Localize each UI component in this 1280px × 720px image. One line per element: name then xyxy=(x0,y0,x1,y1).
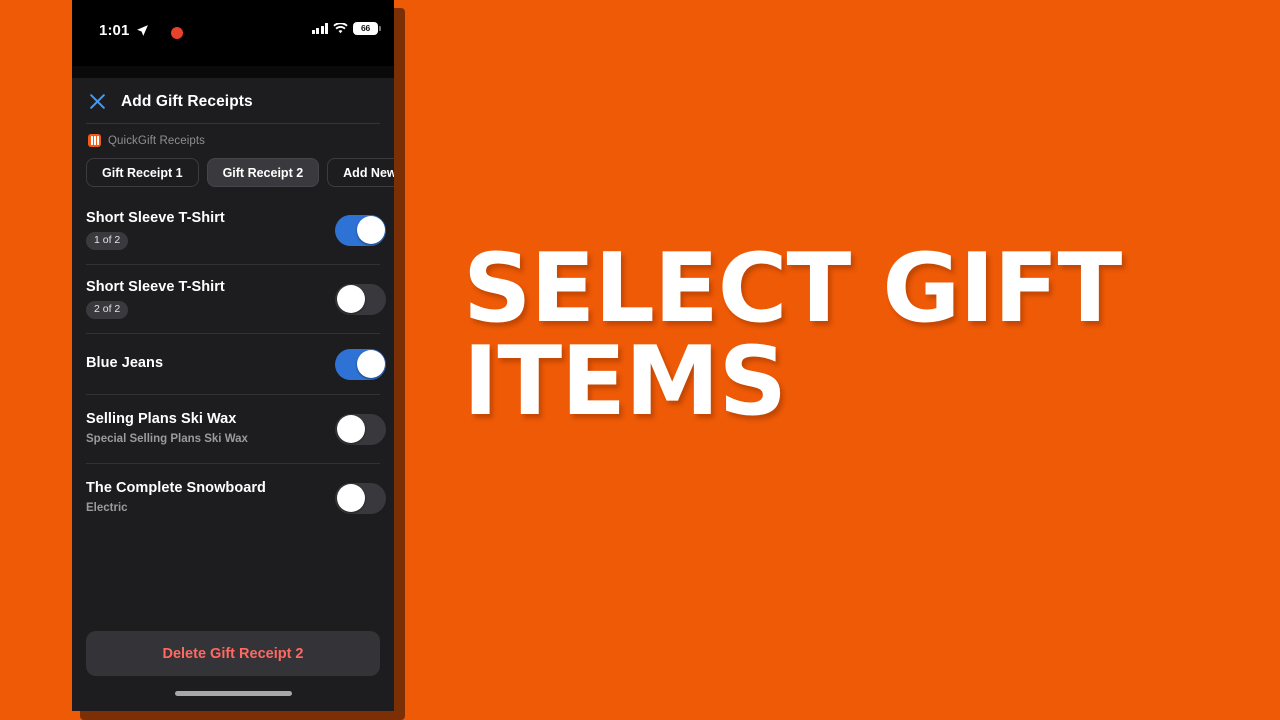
list-item-toggle[interactable] xyxy=(335,283,386,315)
list-item-title: Blue Jeans xyxy=(86,355,164,372)
section-label: QuickGift Receipts xyxy=(108,134,206,147)
list-item[interactable]: Short Sleeve T-Shirt 2 of 2 xyxy=(72,265,394,333)
headline-line-1: SELECT GIFT xyxy=(463,234,1122,344)
toggle-knob xyxy=(336,484,365,512)
status-bar-indicators: 66 xyxy=(311,22,381,35)
list-item-texts: Short Sleeve T-Shirt 2 of 2 xyxy=(86,279,335,319)
list-item[interactable]: Short Sleeve T-Shirt 1 of 2 xyxy=(72,196,394,264)
close-x-icon[interactable] xyxy=(88,92,107,111)
list-item-toggle[interactable] xyxy=(335,348,386,380)
list-item-count-badge: 1 of 2 xyxy=(86,232,129,250)
wifi-icon xyxy=(333,23,348,34)
receipt-tabs: Gift Receipt 1 Gift Receipt 2 Add New Re xyxy=(72,153,394,187)
screen-root: 1:01 66 Add Gift Receipts QuickGift Rece… xyxy=(0,0,1280,720)
list-item-texts: Selling Plans Ski Wax Special Selling Pl… xyxy=(86,411,335,446)
dynamic-island xyxy=(157,16,309,50)
page-title: Add Gift Receipts xyxy=(121,92,253,110)
list-item-toggle[interactable] xyxy=(335,214,386,246)
gift-items-list: Short Sleeve T-Shirt 1 of 2 Short Sleeve… xyxy=(72,196,394,631)
add-new-receipt-tab[interactable]: Add New Re xyxy=(327,158,394,187)
delete-gift-receipt-button[interactable]: Delete Gift Receipt 2 xyxy=(86,631,380,676)
quickgift-app-icon xyxy=(88,134,101,147)
list-item-toggle[interactable] xyxy=(335,482,386,514)
list-item-count-badge: 2 of 2 xyxy=(86,301,129,319)
toggle-knob xyxy=(336,415,365,443)
status-bar-time: 1:01 xyxy=(99,22,130,39)
location-arrow-icon xyxy=(137,25,148,36)
phone-frame: 1:01 66 Add Gift Receipts QuickGift Rece… xyxy=(72,0,394,711)
app-content: Add Gift Receipts QuickGift Receipts Gif… xyxy=(72,78,394,711)
battery-indicator: 66 xyxy=(353,22,381,35)
cellular-bars-icon xyxy=(311,23,328,34)
battery-level-text: 66 xyxy=(360,23,371,34)
toggle-knob xyxy=(356,216,385,244)
headline: SELECT GIFT ITEMS xyxy=(463,234,1223,438)
recording-dot-icon xyxy=(171,27,183,39)
toggle-knob xyxy=(356,350,385,378)
list-item-subtitle: Electric xyxy=(86,501,128,514)
footer: Delete Gift Receipt 2 xyxy=(72,631,394,676)
receipt-tab-1[interactable]: Gift Receipt 1 xyxy=(86,158,199,187)
navigation-bar: Add Gift Receipts xyxy=(72,78,394,123)
headline-line-2: ITEMS xyxy=(463,327,787,438)
list-item-title: Selling Plans Ski Wax xyxy=(86,411,237,428)
toggle-knob xyxy=(336,285,365,313)
list-item[interactable]: Blue Jeans xyxy=(72,334,394,394)
list-item-texts: Short Sleeve T-Shirt 1 of 2 xyxy=(86,210,335,250)
section-header: QuickGift Receipts xyxy=(72,124,394,153)
home-indicator-area xyxy=(72,676,394,711)
list-item-toggle[interactable] xyxy=(335,413,386,445)
list-item[interactable]: Selling Plans Ski Wax Special Selling Pl… xyxy=(72,395,394,463)
status-bar-spacer xyxy=(72,66,394,78)
receipt-tab-2[interactable]: Gift Receipt 2 xyxy=(206,158,320,187)
home-indicator[interactable] xyxy=(174,691,292,696)
status-bar: 1:01 66 xyxy=(72,0,394,66)
list-item-title: Short Sleeve T-Shirt xyxy=(86,279,225,295)
list-item-texts: The Complete Snowboard Electric xyxy=(86,480,335,515)
list-item-texts: Blue Jeans xyxy=(86,355,335,372)
list-item-subtitle: Special Selling Plans Ski Wax xyxy=(86,432,248,445)
list-item[interactable]: The Complete Snowboard Electric xyxy=(72,464,394,532)
list-item-title: Short Sleeve T-Shirt xyxy=(86,210,225,226)
list-item-title: The Complete Snowboard xyxy=(86,480,266,497)
